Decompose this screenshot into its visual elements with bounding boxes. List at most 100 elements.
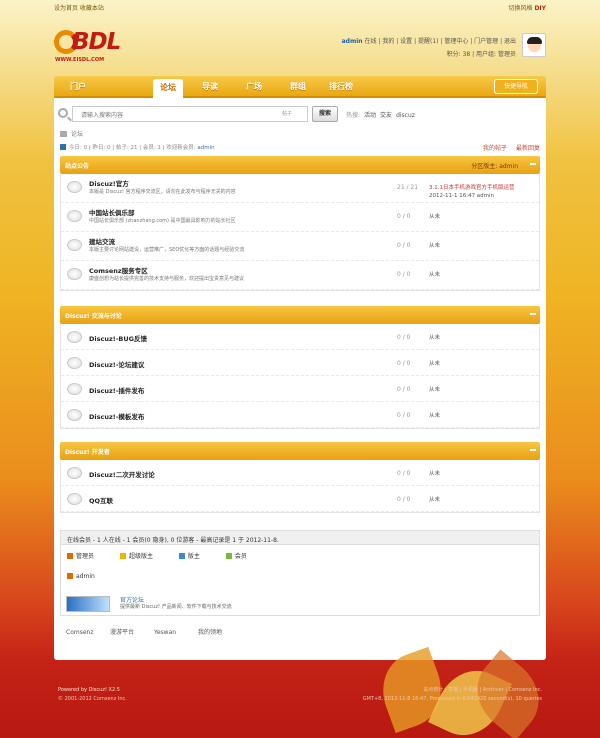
category-title: 站点公告 [65,163,90,170]
last-post: 从未 [429,272,441,278]
forum-list: Discuz!官方 本版是 Discuz! 官方程序交流区，请勿在此发布与程序无关… [60,174,540,291]
nav-ranking[interactable]: 排行榜 [329,81,353,92]
forum-row[interactable]: 建站交流 本版主要讨论网站建设，运营推广，SEO优化等方面的话题与经验交流 0 / … [61,232,539,261]
forum-row[interactable]: Comsenz服务专区 康盛创想为站长提供完善的技术支持与服务，欢迎提出宝贵意见与… [61,261,539,290]
footer-right: 站点统计 | 举报 | 手机版 | Archiver | Comsenz Inc… [363,686,542,704]
last-post: 从未 [429,497,441,503]
forum-bubble-icon [67,357,82,369]
main-nav: 门户 论坛 导读 广场 群组 排行榜 快捷导航 [54,76,546,98]
admin-icon [67,553,73,559]
hot-search-item[interactable]: 交友 [380,112,392,119]
forum-row[interactable]: Discuz!-BUG反馈 0 / 0 从未 [61,324,539,350]
forum-name[interactable]: QQ互联 [89,495,113,505]
forum-bubble-icon [67,383,82,395]
forum-name[interactable]: Discuz!-模板发布 [89,411,144,421]
category-header[interactable]: 站点公告 分区版主: admin [60,156,540,174]
forum-name[interactable]: Discuz!-论坛建议 [89,359,144,369]
official-forum-desc: 提供最新 Discuz! 产品新闻、软件下载与技术交流 [120,604,232,610]
forum-row[interactable]: 中国站长俱乐部 中国站长俱乐部 (zhanzhang.com) 是中国最具影响力的… [61,203,539,232]
copyright: © 2001-2012 Comsenz Inc. [58,696,127,702]
top-links[interactable]: 设为首页 收藏本站 [54,3,104,12]
breadcrumb-forum[interactable]: 论坛 [71,131,83,138]
category-title: Discuz! 交流与讨论 [65,313,122,320]
forum-name[interactable]: Discuz!-BUG反馈 [89,333,147,343]
forum-row[interactable]: QQ互联 0 / 0 从未 [61,486,539,512]
forum-row[interactable]: Discuz!-插件发布 0 / 0 从未 [61,376,539,402]
last-post: 从未 [429,413,441,419]
last-post: 从未 [429,387,441,393]
forum-name[interactable]: Comsenz服务专区 [89,265,148,275]
discuz-banner-icon[interactable] [66,596,110,612]
forum-name[interactable]: 中国站长俱乐部 [89,207,135,217]
search-input[interactable]: 请输入搜索内容 [72,106,308,122]
site-logo[interactable]: BDL WWW.EISDL.COM [54,26,126,66]
nav-forum[interactable]: 论坛 [153,79,183,98]
forum-desc: 康盛创想为站长提供完善的技术支持与服务，欢迎提出宝贵意见与建议 [89,276,245,282]
friend-link[interactable]: Comsenz [66,629,110,636]
nav-portal[interactable]: 门户 [70,81,86,92]
my-posts-link[interactable]: 我的帖子 [483,145,507,152]
nav-group[interactable]: 群组 [290,81,306,92]
hot-search-item[interactable]: discuz [396,112,415,119]
category-moderator[interactable]: 分区版主: admin [471,161,518,170]
latest-replies-link[interactable]: 最新回复 [516,145,540,152]
category-header[interactable]: Discuz! 开发者 [60,442,540,460]
legend-label: 超级版主 [128,553,153,560]
nav-square[interactable]: 广场 [246,81,262,92]
forum-name[interactable]: Discuz!-插件发布 [89,385,144,395]
diy-link[interactable]: DIY [534,5,546,12]
forum-bubble-icon [67,181,82,193]
last-post-title[interactable]: 3.1.1日本手机游戏官方手机版运营 [429,185,515,191]
footer-links[interactable]: 站点统计 | 举报 | 手机版 | Archiver | Comsenz Inc… [423,687,542,693]
forum-name[interactable]: Discuz!二次开发讨论 [89,469,155,479]
category-header[interactable]: Discuz! 交流与讨论 [60,306,540,324]
legend-label: 管理员 [76,553,95,560]
legend-mod: 版主 [178,553,212,560]
avatar-hair-icon [527,37,542,44]
collapse-icon[interactable] [530,163,536,165]
logo-url: WWW.EISDL.COM [55,57,105,63]
last-post: 从未 [429,335,441,341]
avatar[interactable] [522,33,546,57]
username[interactable]: admin [342,38,363,45]
user-credits[interactable]: 积分: 38 | 用户组: 管理员 [342,48,516,61]
newest-member-link[interactable]: admin [197,145,214,151]
forum-row[interactable]: Discuz!二次开发讨论 0 / 0 从未 [61,460,539,486]
hot-search-item[interactable]: 活动 [364,112,376,119]
collapse-icon[interactable] [530,313,536,315]
header: BDL WWW.EISDL.COM admin 在线 | 我的 | 设置 | 提… [54,22,546,72]
home-icon[interactable] [60,131,67,137]
friend-link[interactable]: 我的领地 [198,627,242,636]
search-type-select[interactable]: 帖子 [282,110,292,117]
online-header[interactable]: 在线会员 - 1 人在线 - 1 会员(0 隐身), 0 位游客 - 最高记录是… [61,531,539,545]
powered-by[interactable]: Powered by Discuz! X2.5 [58,687,120,693]
switch-style-link[interactable]: 切换风格 [509,5,533,12]
legend-label: 会员 [234,553,247,560]
forum-name[interactable]: Discuz!官方 [89,178,129,188]
forum-bubble-icon [67,331,82,343]
quick-nav-button[interactable]: 快捷导航 [494,79,538,94]
nav-guide[interactable]: 导读 [202,81,218,92]
stats-text: 今日: 0 | 昨日: 0 | 帖子: 21 | 会员: 1 | 欢迎新会员: [69,145,196,151]
last-post: 从未 [429,214,441,220]
forum-count: 0 / 0 [397,386,411,393]
collapse-icon[interactable] [530,449,536,451]
forum-bubble-icon [67,210,82,222]
category-title: Discuz! 开发者 [65,449,110,456]
user-links[interactable]: 在线 | 我的 | 设置 | 提醒(1) | 管理中心 | 门户管理 | 退出 [364,38,516,45]
forum-count: 21 / 21 [397,184,419,191]
online-username[interactable]: admin [76,573,95,580]
forum-row[interactable]: Discuz!-模板发布 0 / 0 从未 [61,402,539,428]
forum-row[interactable]: Discuz!-论坛建议 0 / 0 从未 [61,350,539,376]
forum-count: 0 / 0 [397,213,411,220]
friend-link[interactable]: 漫游平台 [110,627,154,636]
last-post-meta: 2012-11-1 16:47 admin [429,193,495,199]
hot-search: 热搜: 活动 交友 discuz [346,110,415,119]
forum-name[interactable]: 建站交流 [89,236,115,246]
forum-count: 0 / 0 [397,360,411,367]
search-button[interactable]: 搜索 [312,106,338,122]
forum-row[interactable]: Discuz!官方 本版是 Discuz! 官方程序交流区，请勿在此发布与程序无关… [61,174,539,203]
friend-link[interactable]: Yeswan [154,629,198,636]
forum-stats: 今日: 0 | 昨日: 0 | 帖子: 21 | 会员: 1 | 欢迎新会员: … [60,143,215,151]
online-user[interactable]: admin [67,573,95,580]
